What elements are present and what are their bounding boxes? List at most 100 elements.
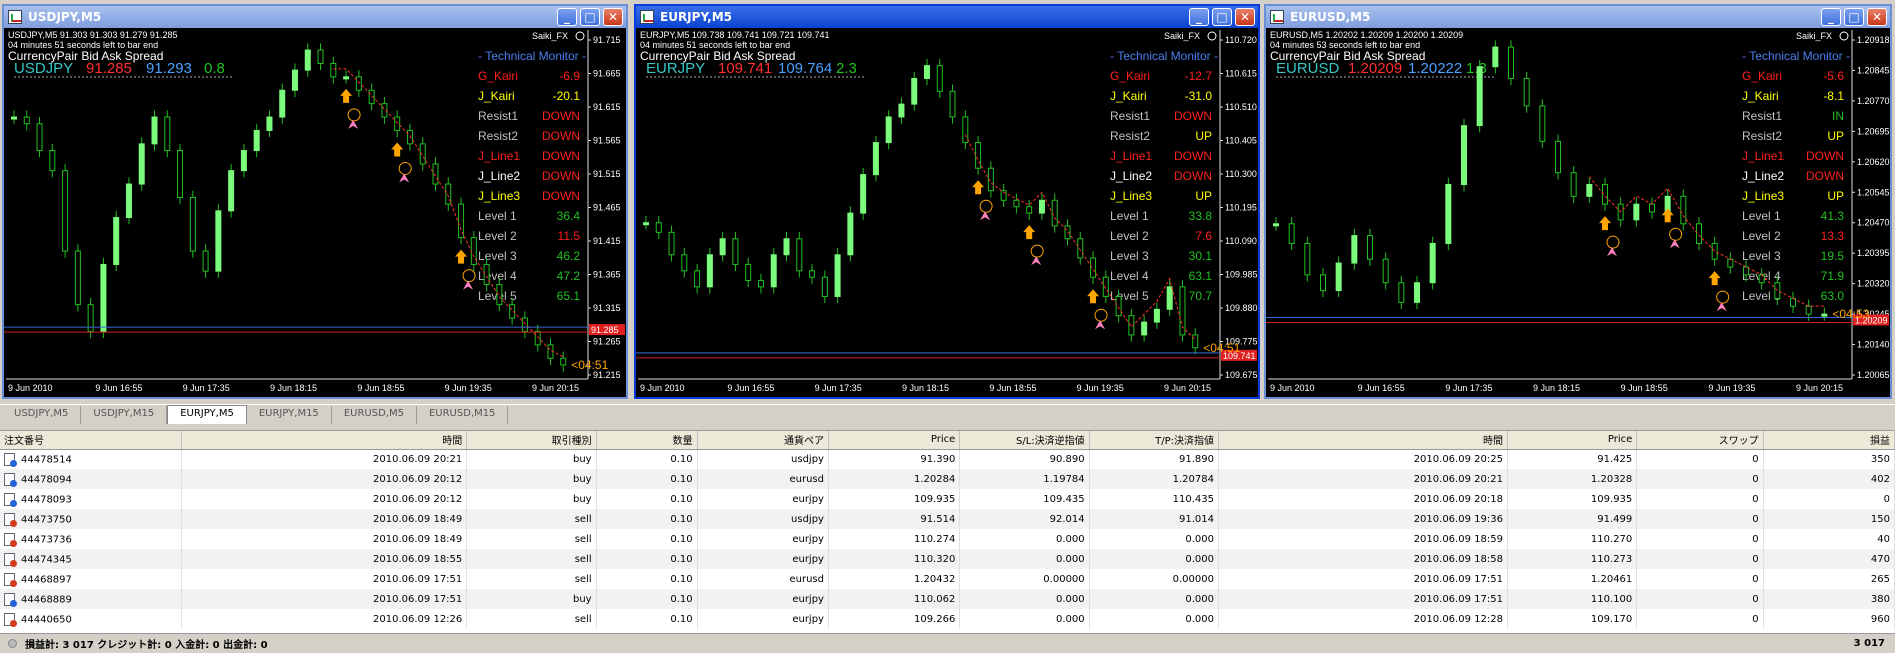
chart-tab[interactable]: USDJPY,M5 bbox=[2, 406, 82, 424]
spread-value: 0.8 bbox=[204, 60, 225, 77]
candle-body bbox=[470, 237, 477, 265]
chart-tab[interactable]: USDJPY,M15 bbox=[81, 406, 168, 424]
chart-window-usdjpy[interactable]: USDJPY,M5 _ □ ✕ USDJPY,M5 91.303 91.303 … bbox=[2, 4, 628, 399]
indicator-label: Resist1 bbox=[478, 109, 518, 123]
column-header[interactable]: 時間 bbox=[1218, 431, 1508, 450]
table-cell: 0 bbox=[1636, 509, 1764, 529]
order-type-icon bbox=[4, 612, 17, 627]
minimize-button[interactable]: _ bbox=[1821, 8, 1841, 26]
time-tick-label: 9 Jun 18:55 bbox=[1621, 383, 1668, 393]
maximize-button[interactable]: □ bbox=[1212, 8, 1232, 26]
candle-body bbox=[62, 170, 69, 252]
table-row[interactable]: 44473750 2010.06.09 18:49 sell 0.10 usdjpy 91… bbox=[0, 509, 1895, 529]
time-tick-label: 9 Jun 17:35 bbox=[815, 383, 862, 393]
chart-tab[interactable]: EURUSD,M5 bbox=[332, 406, 417, 424]
column-header[interactable]: 数量 bbox=[596, 431, 698, 450]
ask-price: 1.20222 bbox=[1408, 60, 1462, 77]
column-header[interactable]: Price bbox=[828, 431, 961, 450]
chart-tab[interactable]: EURJPY,M5 bbox=[167, 405, 247, 424]
monitor-title: - Technical Monitor - bbox=[1110, 49, 1218, 63]
candle-body bbox=[643, 222, 649, 226]
candle-body bbox=[355, 76, 362, 91]
table-cell: 0.00000 bbox=[1089, 569, 1219, 589]
window-titlebar[interactable]: USDJPY,M5 _ □ ✕ bbox=[4, 6, 626, 28]
window-titlebar[interactable]: EURUSD,M5 _ □ ✕ bbox=[1266, 6, 1890, 28]
chart-tab[interactable]: EURUSD,M15 bbox=[417, 406, 509, 424]
indicator-value: UP bbox=[1827, 129, 1844, 143]
candle-body bbox=[719, 238, 726, 256]
currency-pair: EURUSD bbox=[1276, 60, 1340, 77]
indicator-value: 71.9 bbox=[1821, 269, 1845, 283]
price-chart[interactable]: USDJPY,M5 91.303 91.303 91.279 91.285 04 … bbox=[4, 28, 626, 397]
close-button[interactable]: ✕ bbox=[603, 8, 623, 26]
status-circle-icon bbox=[8, 639, 17, 648]
window-titlebar[interactable]: EURJPY,M5 _ □ ✕ bbox=[636, 6, 1258, 28]
candle-body bbox=[23, 116, 30, 125]
bid-price: 109.741 bbox=[718, 60, 772, 77]
chart-background bbox=[636, 28, 1258, 397]
spread-value: 1.3 bbox=[1466, 60, 1487, 77]
table-cell: 1.19784 bbox=[959, 469, 1090, 489]
candle-body bbox=[1445, 184, 1452, 244]
trade-history-table: 注文番号 時間 取引種別 数量 通貨ペア Price S/L:決済逆指値 T/P:決済指値 時間… bbox=[0, 430, 1895, 635]
candle-body bbox=[1051, 199, 1058, 227]
chart-window-eurusd[interactable]: EURUSD,M5 _ □ ✕ EURUSD,M5 1.20202 1.2020… bbox=[1264, 4, 1892, 399]
table-row[interactable]: 44478093 2010.06.09 20:12 buy 0.10 eurjpy 109… bbox=[0, 489, 1895, 509]
table-row[interactable]: 44468897 2010.06.09 17:51 sell 0.10 eurusd 1.… bbox=[0, 569, 1895, 589]
column-header[interactable]: Price bbox=[1507, 431, 1638, 450]
candle-body bbox=[1273, 223, 1279, 227]
monitor-title: - Technical Monitor - bbox=[1742, 49, 1850, 63]
candle-body bbox=[924, 65, 930, 79]
candle-body bbox=[1153, 308, 1160, 323]
table-cell: usdjpy bbox=[697, 509, 829, 529]
candle-body bbox=[885, 116, 892, 144]
column-header[interactable]: 時間 bbox=[181, 431, 468, 450]
price-chart[interactable]: EURUSD,M5 1.20202 1.20209 1.20200 1.2020… bbox=[1266, 28, 1890, 397]
chart-window-icon bbox=[8, 10, 22, 24]
chart-window-eurjpy[interactable]: EURJPY,M5 _ □ ✕ EURJPY,M5 109.738 109.74… bbox=[634, 4, 1260, 399]
maximize-button[interactable]: □ bbox=[580, 8, 600, 26]
candle-body bbox=[1179, 286, 1186, 336]
maximize-button[interactable]: □ bbox=[1844, 8, 1864, 26]
indicator-value: 30.1 bbox=[1189, 249, 1213, 263]
table-cell: 110.062 bbox=[828, 589, 961, 609]
minimize-button[interactable]: _ bbox=[557, 8, 577, 26]
table-row[interactable]: 44473736 2010.06.09 18:49 sell 0.10 eurjpy 11… bbox=[0, 529, 1895, 549]
minimize-button[interactable]: _ bbox=[1189, 8, 1209, 26]
price-tick-label: 1.20845 bbox=[1857, 65, 1890, 75]
chart-tab[interactable]: EURJPY,M15 bbox=[247, 406, 332, 424]
indicator-label: J_Line3 bbox=[1742, 189, 1784, 203]
candle-body bbox=[1115, 295, 1122, 317]
column-header[interactable]: 通貨ペア bbox=[697, 431, 829, 450]
table-row[interactable]: 44478094 2010.06.09 20:12 buy 0.10 eurusd 1.2… bbox=[0, 469, 1895, 489]
indicator-label: J_Line1 bbox=[1110, 149, 1152, 163]
table-cell: sell bbox=[466, 529, 597, 549]
column-header[interactable]: 損益 bbox=[1763, 431, 1895, 450]
close-button[interactable]: ✕ bbox=[1235, 8, 1255, 26]
column-header[interactable]: T/P:決済指値 bbox=[1089, 431, 1219, 450]
candle-body bbox=[745, 263, 752, 281]
time-tick-label: 9 Jun 2010 bbox=[8, 383, 53, 393]
table-row[interactable]: 44474345 2010.06.09 18:55 sell 0.10 eurjpy 11… bbox=[0, 549, 1895, 569]
candle-body bbox=[1398, 282, 1405, 303]
candle-body bbox=[681, 254, 688, 272]
column-header[interactable]: 注文番号 bbox=[0, 431, 183, 450]
table-cell: 0.10 bbox=[596, 509, 698, 529]
table-row[interactable]: 44468889 2010.06.09 17:51 buy 0.10 eurjpy 110… bbox=[0, 589, 1895, 609]
time-tick-label: 9 Jun 16:55 bbox=[1358, 383, 1405, 393]
price-tick-label: 1.20320 bbox=[1857, 279, 1890, 289]
countdown-label: <04:51 bbox=[1203, 341, 1240, 355]
price-chart[interactable]: EURJPY,M5 109.738 109.741 109.721 109.74… bbox=[636, 28, 1258, 397]
column-header[interactable]: 取引種別 bbox=[466, 431, 597, 450]
close-button[interactable]: ✕ bbox=[1867, 8, 1887, 26]
indicator-label: Level 1 bbox=[1110, 209, 1149, 223]
table-row[interactable]: 44440650 2010.06.09 12:26 sell 0.10 eurjpy 10… bbox=[0, 609, 1895, 629]
table-row[interactable]: 44478514 2010.06.09 20:21 buy 0.10 usdjpy 91.… bbox=[0, 449, 1895, 469]
candle-body bbox=[11, 116, 17, 120]
table-cell: 380 bbox=[1763, 589, 1895, 609]
candle-body bbox=[1038, 199, 1045, 214]
column-header[interactable]: スワップ bbox=[1636, 431, 1764, 450]
candle-body bbox=[1367, 235, 1373, 260]
table-cell: 0.000 bbox=[1089, 549, 1219, 569]
column-header[interactable]: S/L:決済逆指値 bbox=[959, 431, 1090, 450]
